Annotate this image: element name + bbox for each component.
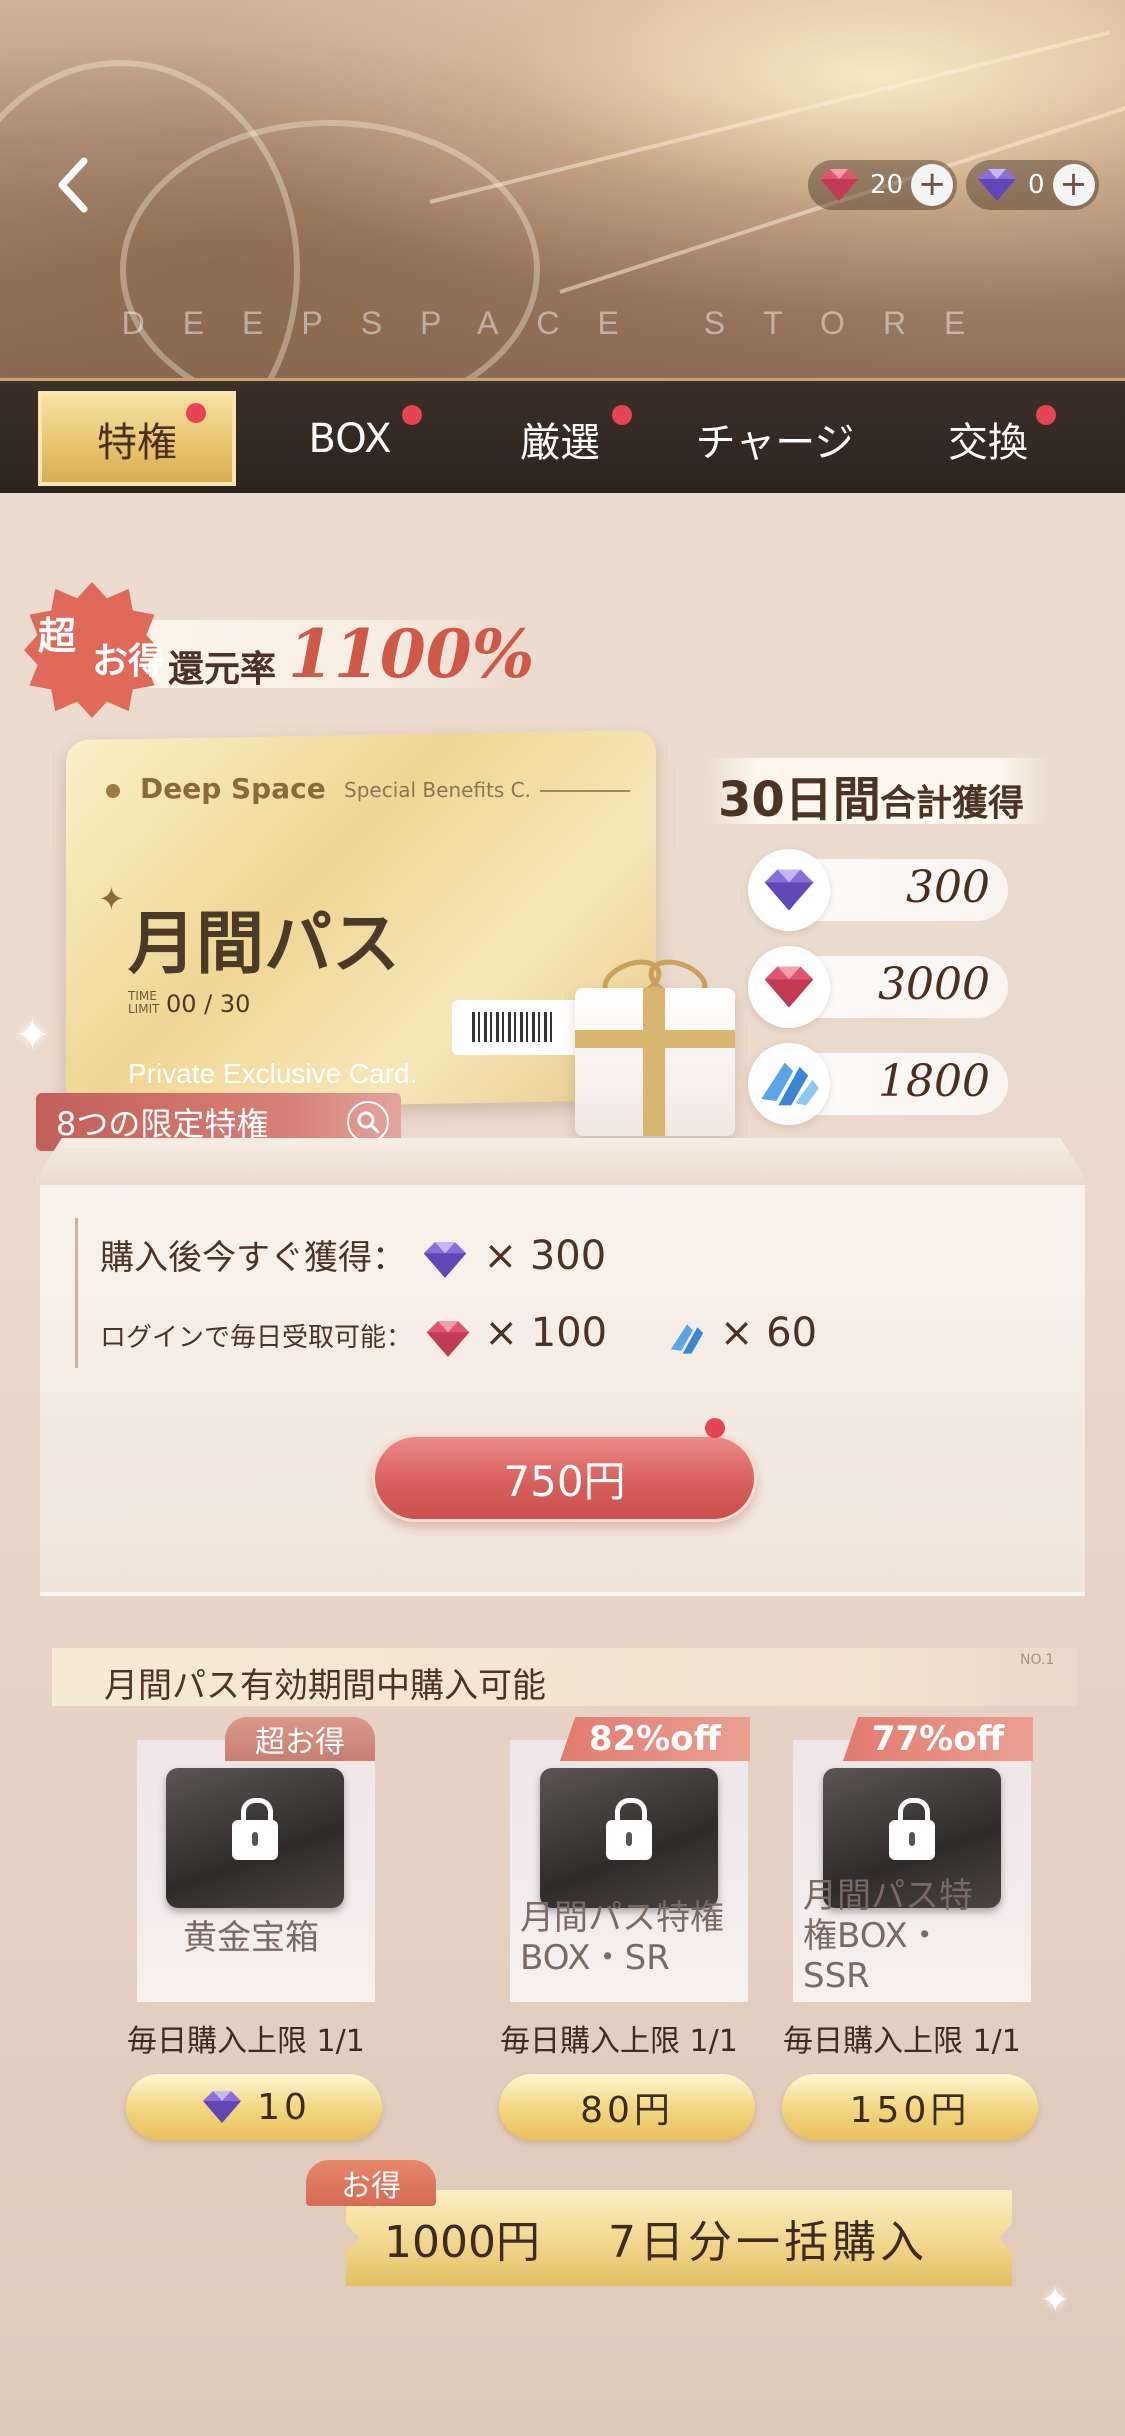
tab-label: 特権	[97, 419, 177, 466]
reward-value: 3000	[878, 959, 990, 1010]
buy-monthly-pass-button[interactable]: 750円	[372, 1434, 757, 1522]
item-name: 月間パス特権BOX・SR	[520, 1898, 724, 1978]
card-brand-dot	[106, 784, 120, 798]
notification-dot	[612, 405, 632, 425]
tab-selection[interactable]: 厳選	[480, 381, 640, 496]
days-title: 30日間	[718, 772, 881, 828]
currency-value: 20	[870, 170, 904, 200]
promo-rate: 1100%	[288, 615, 535, 693]
red-diamond-icon	[820, 169, 858, 201]
blue-crystal-icon	[761, 1062, 819, 1106]
tab-charge[interactable]: チャージ	[680, 381, 870, 496]
magnifier-icon	[347, 1101, 389, 1143]
details-accent-line	[75, 1218, 78, 1368]
discount-label: 82%off	[588, 1719, 722, 1759]
daily-reward-qty: × 60	[719, 1310, 818, 1356]
item-price: 80円	[580, 2090, 674, 2131]
item-badge: 超お得	[225, 1717, 375, 1761]
reward-icon-frame	[748, 946, 830, 1028]
buy-pass-box-ssr-button[interactable]: 150円	[782, 2074, 1038, 2140]
notification-dot	[402, 405, 422, 425]
item-name: 黄金宝箱	[183, 1918, 319, 1958]
purple-diamond-icon	[203, 2091, 242, 2123]
discount-label: 77%off	[871, 1719, 1005, 1759]
item-purchase-limit: 毎日購入上限 1/1	[500, 2024, 738, 2059]
notification-dot	[186, 403, 206, 423]
item-price: 150円	[849, 2090, 971, 2131]
bulk-price: 1000円	[384, 2217, 540, 2268]
section-divider	[40, 1592, 1085, 1596]
card-subtitle: Special Benefits C.	[344, 778, 531, 802]
daily-reward-row: ログインで毎日受取可能： × 100 × 60	[100, 1310, 817, 1360]
purple-diamond-icon	[764, 869, 814, 911]
item-purchase-limit: 毎日購入上限 1/1	[127, 2024, 365, 2059]
currency-purple-diamond: 0 +	[966, 160, 1099, 210]
tab-bar: 特権 BOX 厳選 チャージ 交換	[0, 378, 1125, 493]
immediate-reward-label: 購入後今すぐ獲得：	[100, 1238, 406, 1278]
add-red-diamond-button[interactable]: +	[911, 164, 954, 206]
blue-crystal-icon	[670, 1323, 703, 1354]
reward-icon-frame	[748, 1043, 830, 1125]
promo-cho: 超	[38, 614, 77, 658]
card-brand: Deep Space	[140, 772, 326, 805]
price-label: 750円	[503, 1456, 626, 1506]
discount-badge: 77%off	[843, 1717, 1033, 1761]
tab-label: チャージ	[695, 419, 855, 466]
gift-ribbon	[643, 988, 665, 1136]
notification-dot	[1036, 405, 1056, 425]
notification-dot	[705, 1418, 725, 1438]
add-purple-diamond-button[interactable]: +	[1052, 164, 1095, 206]
reward-value: 300	[906, 862, 990, 913]
card-private-text: Private Exclusive Card.	[128, 1058, 418, 1089]
tab-exchange[interactable]: 交換	[908, 381, 1068, 496]
discount-badge: 82%off	[560, 1717, 750, 1761]
tab-label: BOX	[308, 415, 392, 462]
card-time-limit: 00 / 30	[166, 990, 251, 1018]
bulk-purchase-button[interactable]: 1000円 7日分一括購入	[346, 2190, 1012, 2286]
card-time-limit-tag: TIME LIMIT	[128, 989, 160, 1016]
extras-header: 月間パス有効期間中購入可能	[104, 1666, 546, 1706]
sparkle-icon: ✦	[1040, 2280, 1071, 2321]
buy-pass-box-sr-button[interactable]: 80円	[499, 2074, 755, 2140]
reward-icon-frame	[748, 849, 830, 931]
sparkle-icon: ✦	[98, 880, 125, 918]
item-name: 月間パス特権BOX・SSR	[803, 1876, 973, 1996]
bulk-label: 7日分一括購入	[607, 2217, 928, 2268]
tab-privilege[interactable]: 特権	[38, 391, 236, 486]
buy-golden-chest-button[interactable]: 10	[126, 2074, 382, 2140]
card-divider	[540, 790, 630, 792]
card-title: 月間パス	[128, 904, 401, 984]
red-diamond-icon	[764, 966, 814, 1008]
days-subtitle: 合計獲得	[880, 783, 1025, 824]
back-button[interactable]	[44, 150, 104, 220]
currency-red-diamond: 20 +	[808, 160, 958, 210]
currency-value: 0	[1028, 170, 1045, 200]
daily-reward-qty: × 100	[484, 1310, 608, 1356]
item-purchase-limit: 毎日購入上限 1/1	[783, 2024, 1021, 2059]
extras-number: NO.1	[1020, 1652, 1055, 1668]
promo-label: 還元率	[168, 649, 277, 690]
store-title: DEEPSPACE STORE	[121, 305, 1004, 341]
chevron-left-icon	[58, 157, 88, 213]
purple-diamond-icon	[423, 1241, 467, 1278]
card-shelf	[30, 1138, 1092, 1188]
daily-reward-label: ログインで毎日受取可能：	[100, 1323, 413, 1353]
immediate-reward-qty: × 300	[483, 1233, 607, 1279]
barcode-icon	[452, 1000, 582, 1055]
reward-value: 1800	[878, 1056, 990, 1107]
item-price: 10	[257, 2086, 311, 2128]
promo-otoku: お得	[92, 641, 165, 682]
sparkle-icon: ✦	[14, 1010, 51, 1061]
lock-icon	[606, 1798, 652, 1860]
purple-diamond-icon	[978, 169, 1016, 201]
tab-label: 厳選	[520, 419, 600, 466]
tab-label: 交換	[948, 419, 1028, 466]
bulk-deal-tag: お得	[306, 2160, 436, 2206]
tab-box[interactable]: BOX	[270, 381, 430, 496]
gift-ribbon	[575, 1030, 735, 1048]
immediate-reward-row: 購入後今すぐ獲得： × 300	[100, 1230, 606, 1281]
lock-icon	[889, 1798, 935, 1860]
lock-icon	[232, 1798, 278, 1860]
red-diamond-icon	[427, 1320, 470, 1357]
